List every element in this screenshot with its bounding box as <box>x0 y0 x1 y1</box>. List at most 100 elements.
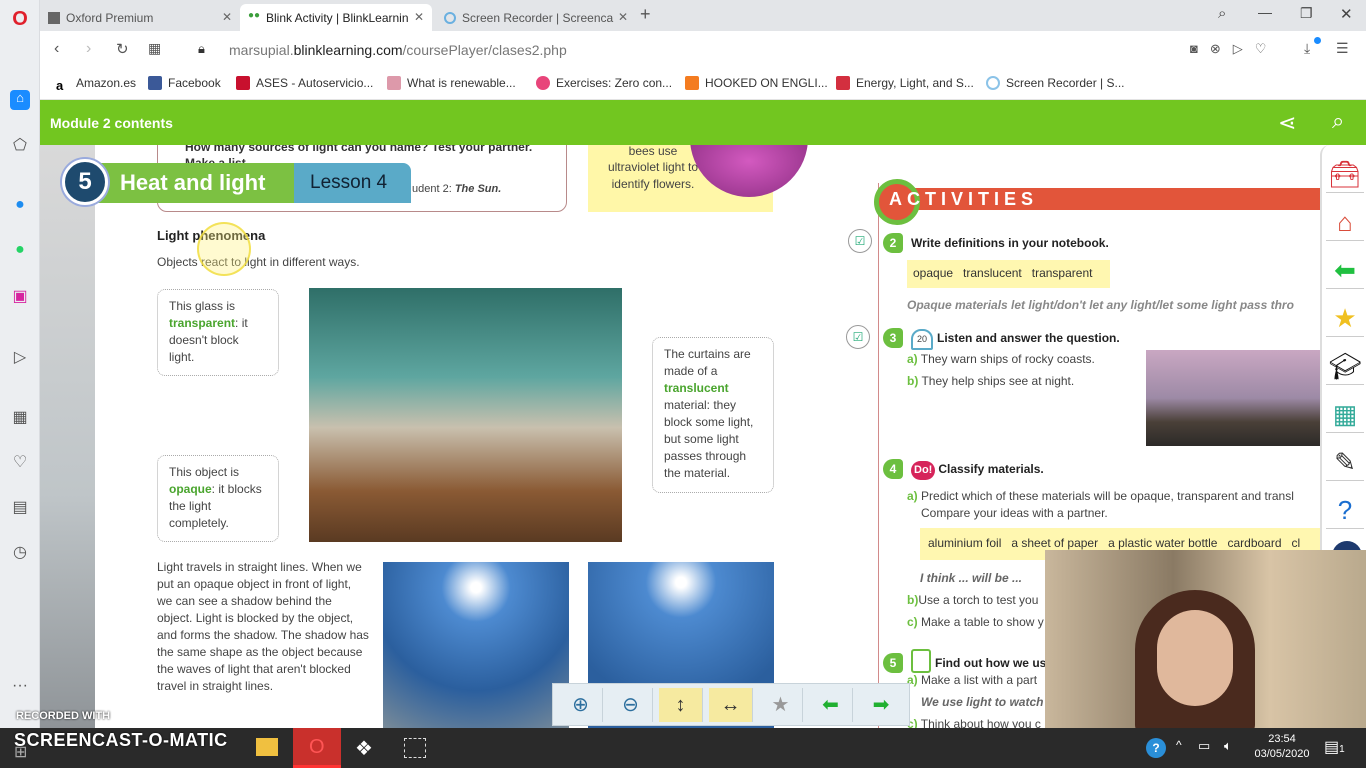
forward-button[interactable]: › <box>86 40 91 58</box>
url-field[interactable]: marsupial.blinklearning.com/coursePlayer… <box>229 42 567 58</box>
star-icon[interactable]: ★ <box>1326 299 1364 337</box>
tab-blink[interactable]: ●● Blink Activity | BlinkLearnin ✕ <box>240 4 432 31</box>
step-b: b)Use a torch to test you <box>907 593 1039 607</box>
apps-icon[interactable]: ▦ <box>10 407 30 427</box>
tab-bar: Oxford Premium ✕ ●● Blink Activity | Blink… <box>40 0 1366 31</box>
check-icon[interactable]: ☑ <box>848 229 872 253</box>
adblock-icon[interactable]: ⊗ <box>1210 41 1233 56</box>
next-page-icon[interactable]: ➡ <box>859 688 903 722</box>
dropbox-icon[interactable]: ❖ <box>355 736 373 761</box>
tab-label: Blink Activity | BlinkLearnin <box>266 11 409 25</box>
clock[interactable]: 23:54 03/05/2020 <box>1252 732 1312 762</box>
audio-track-icon[interactable]: 20 <box>911 329 933 350</box>
bookmark-screen-recorder[interactable]: Screen Recorder | S... <box>986 76 1125 90</box>
resources-icon[interactable]: ▦ <box>1326 395 1364 433</box>
help-tray-icon[interactable]: ? <box>1146 738 1166 758</box>
fit-height-icon[interactable]: ↕ <box>659 688 703 722</box>
activity-2: 2 Write definitions in your notebook. <box>883 233 1109 253</box>
search-icon[interactable]: ⌕ <box>1332 108 1344 134</box>
tab-label: Oxford Premium <box>66 11 154 25</box>
opera-logo-icon[interactable]: O <box>10 8 30 30</box>
bookmark-energy[interactable]: Energy, Light, and S... <box>836 76 974 90</box>
callout-text: This glass is <box>169 299 236 313</box>
opaque-callout: This object is opaque: it blocks the lig… <box>157 455 279 542</box>
student-answer: The Sun. <box>454 183 502 195</box>
battery-icon[interactable]: ▭ <box>1198 738 1210 754</box>
help-icon[interactable]: ? <box>1326 491 1364 529</box>
restore-button[interactable]: ❐ <box>1300 5 1313 22</box>
speed-dial-icon[interactable]: ▦ <box>148 40 161 57</box>
back-arrow-icon[interactable]: ⬅ <box>1326 251 1364 289</box>
ases-icon <box>236 76 250 90</box>
new-tab-button[interactable]: + <box>640 4 651 25</box>
star-icon[interactable]: ★ <box>759 688 803 722</box>
lesson-label: Lesson 4 <box>310 172 388 193</box>
bookmark-exercises[interactable]: Exercises: Zero con... <box>536 76 672 90</box>
search-tabs-icon[interactable]: ⌕ <box>1218 5 1226 22</box>
lesson-tab[interactable]: Lesson 4 <box>278 163 411 203</box>
tab-screen-recorder[interactable]: Screen Recorder | Screenca ✕ <box>436 4 636 31</box>
previous-page-icon[interactable]: ⬅ <box>809 688 853 722</box>
bookmark-renewable[interactable]: What is renewable... <box>387 76 516 90</box>
back-button[interactable]: ‹ <box>54 40 59 58</box>
s-icon <box>836 76 850 90</box>
step-text: Make a list with a part <box>921 673 1038 687</box>
step-text: Predict which of these materials will be… <box>921 489 1294 503</box>
url-path: /coursePlayer/clases2.php <box>402 42 567 58</box>
toolbox-icon[interactable]: 🧰︎ <box>1326 155 1364 193</box>
example-sentence: We use light to watch <box>921 695 1044 709</box>
background-strip <box>40 145 95 728</box>
fit-width-icon[interactable]: ↔ <box>709 688 753 722</box>
heart-icon[interactable]: ♡ <box>10 452 30 472</box>
news-icon[interactable]: ▤ <box>10 497 30 517</box>
snapshot-icon[interactable]: ◙ <box>1190 41 1210 56</box>
close-window-button[interactable]: ✕ <box>1340 5 1353 23</box>
close-icon[interactable]: ✕ <box>414 10 424 24</box>
whatsapp-icon[interactable]: ● <box>10 241 30 261</box>
heart-icon[interactable]: ♡ <box>1255 41 1279 56</box>
share-icon[interactable]: ⋖ <box>1278 110 1296 136</box>
bookmark-amazon[interactable]: a Amazon.es <box>56 76 136 93</box>
callout-term: opaque <box>169 482 212 496</box>
edit-icon[interactable]: ✎ <box>1326 443 1364 481</box>
volume-icon[interactable]: 🔈︎ <box>1224 738 1232 754</box>
step-c: c) Make a table to show y <box>907 615 1044 629</box>
word-box: opaque translucent transparent <box>907 260 1110 288</box>
snipping-tool-icon[interactable] <box>404 738 426 758</box>
tab-oxford[interactable]: Oxford Premium ✕ <box>40 4 240 31</box>
step-c: c) Think about how you c <box>907 716 1041 728</box>
zoom-in-icon[interactable]: ⊕ <box>559 688 603 722</box>
easy-setup-icon[interactable]: ☰ <box>1336 40 1349 57</box>
home-icon[interactable]: ⌂ <box>1326 203 1364 241</box>
answer-text: They warn ships of rocky coasts. <box>920 352 1095 366</box>
file-explorer-icon[interactable] <box>256 738 278 756</box>
messenger-icon[interactable]: ● <box>10 196 30 216</box>
bookmark-hooked[interactable]: HOOKED ON ENGLI... <box>685 76 828 90</box>
close-icon[interactable]: ✕ <box>222 10 232 24</box>
check-icon[interactable]: ☑ <box>846 325 870 349</box>
minimize-button[interactable]: — <box>1258 4 1272 20</box>
module-title: Module 2 contents <box>50 115 173 131</box>
bookmark-facebook[interactable]: Facebook <box>148 76 221 90</box>
close-icon[interactable]: ✕ <box>618 10 628 24</box>
bookmark-label: Exercises: Zero con... <box>556 76 673 90</box>
zoom-out-icon[interactable]: ⊖ <box>609 688 653 722</box>
graduation-cap-icon[interactable]: 🎓︎ <box>1326 347 1364 385</box>
shadow-photo-1 <box>383 562 569 728</box>
instagram-icon[interactable]: ▣ <box>10 286 30 306</box>
bookmark-icon[interactable]: ⬠ <box>10 135 30 155</box>
bookmark-ases[interactable]: ASES - Autoservicio... <box>236 76 373 90</box>
room-photo <box>309 288 622 542</box>
reload-button[interactable]: ↻ <box>116 40 129 58</box>
notifications-icon[interactable]: ▤1 <box>1324 737 1345 757</box>
download-icon[interactable]: ⤓ <box>1304 37 1321 57</box>
transparent-callout: This glass is transparent: it doesn't bl… <box>157 289 279 376</box>
more-icon[interactable]: ··· <box>10 677 30 697</box>
history-icon[interactable]: ◷ <box>10 542 30 562</box>
opera-taskbar-icon[interactable]: O <box>293 728 341 768</box>
webcam-overlay <box>1045 550 1366 735</box>
send-icon[interactable]: ▷ <box>1233 41 1255 56</box>
send-icon[interactable]: ▷ <box>10 347 30 367</box>
show-hidden-icons[interactable]: ^ <box>1176 738 1182 752</box>
home-icon[interactable]: ⌂ <box>10 90 30 110</box>
